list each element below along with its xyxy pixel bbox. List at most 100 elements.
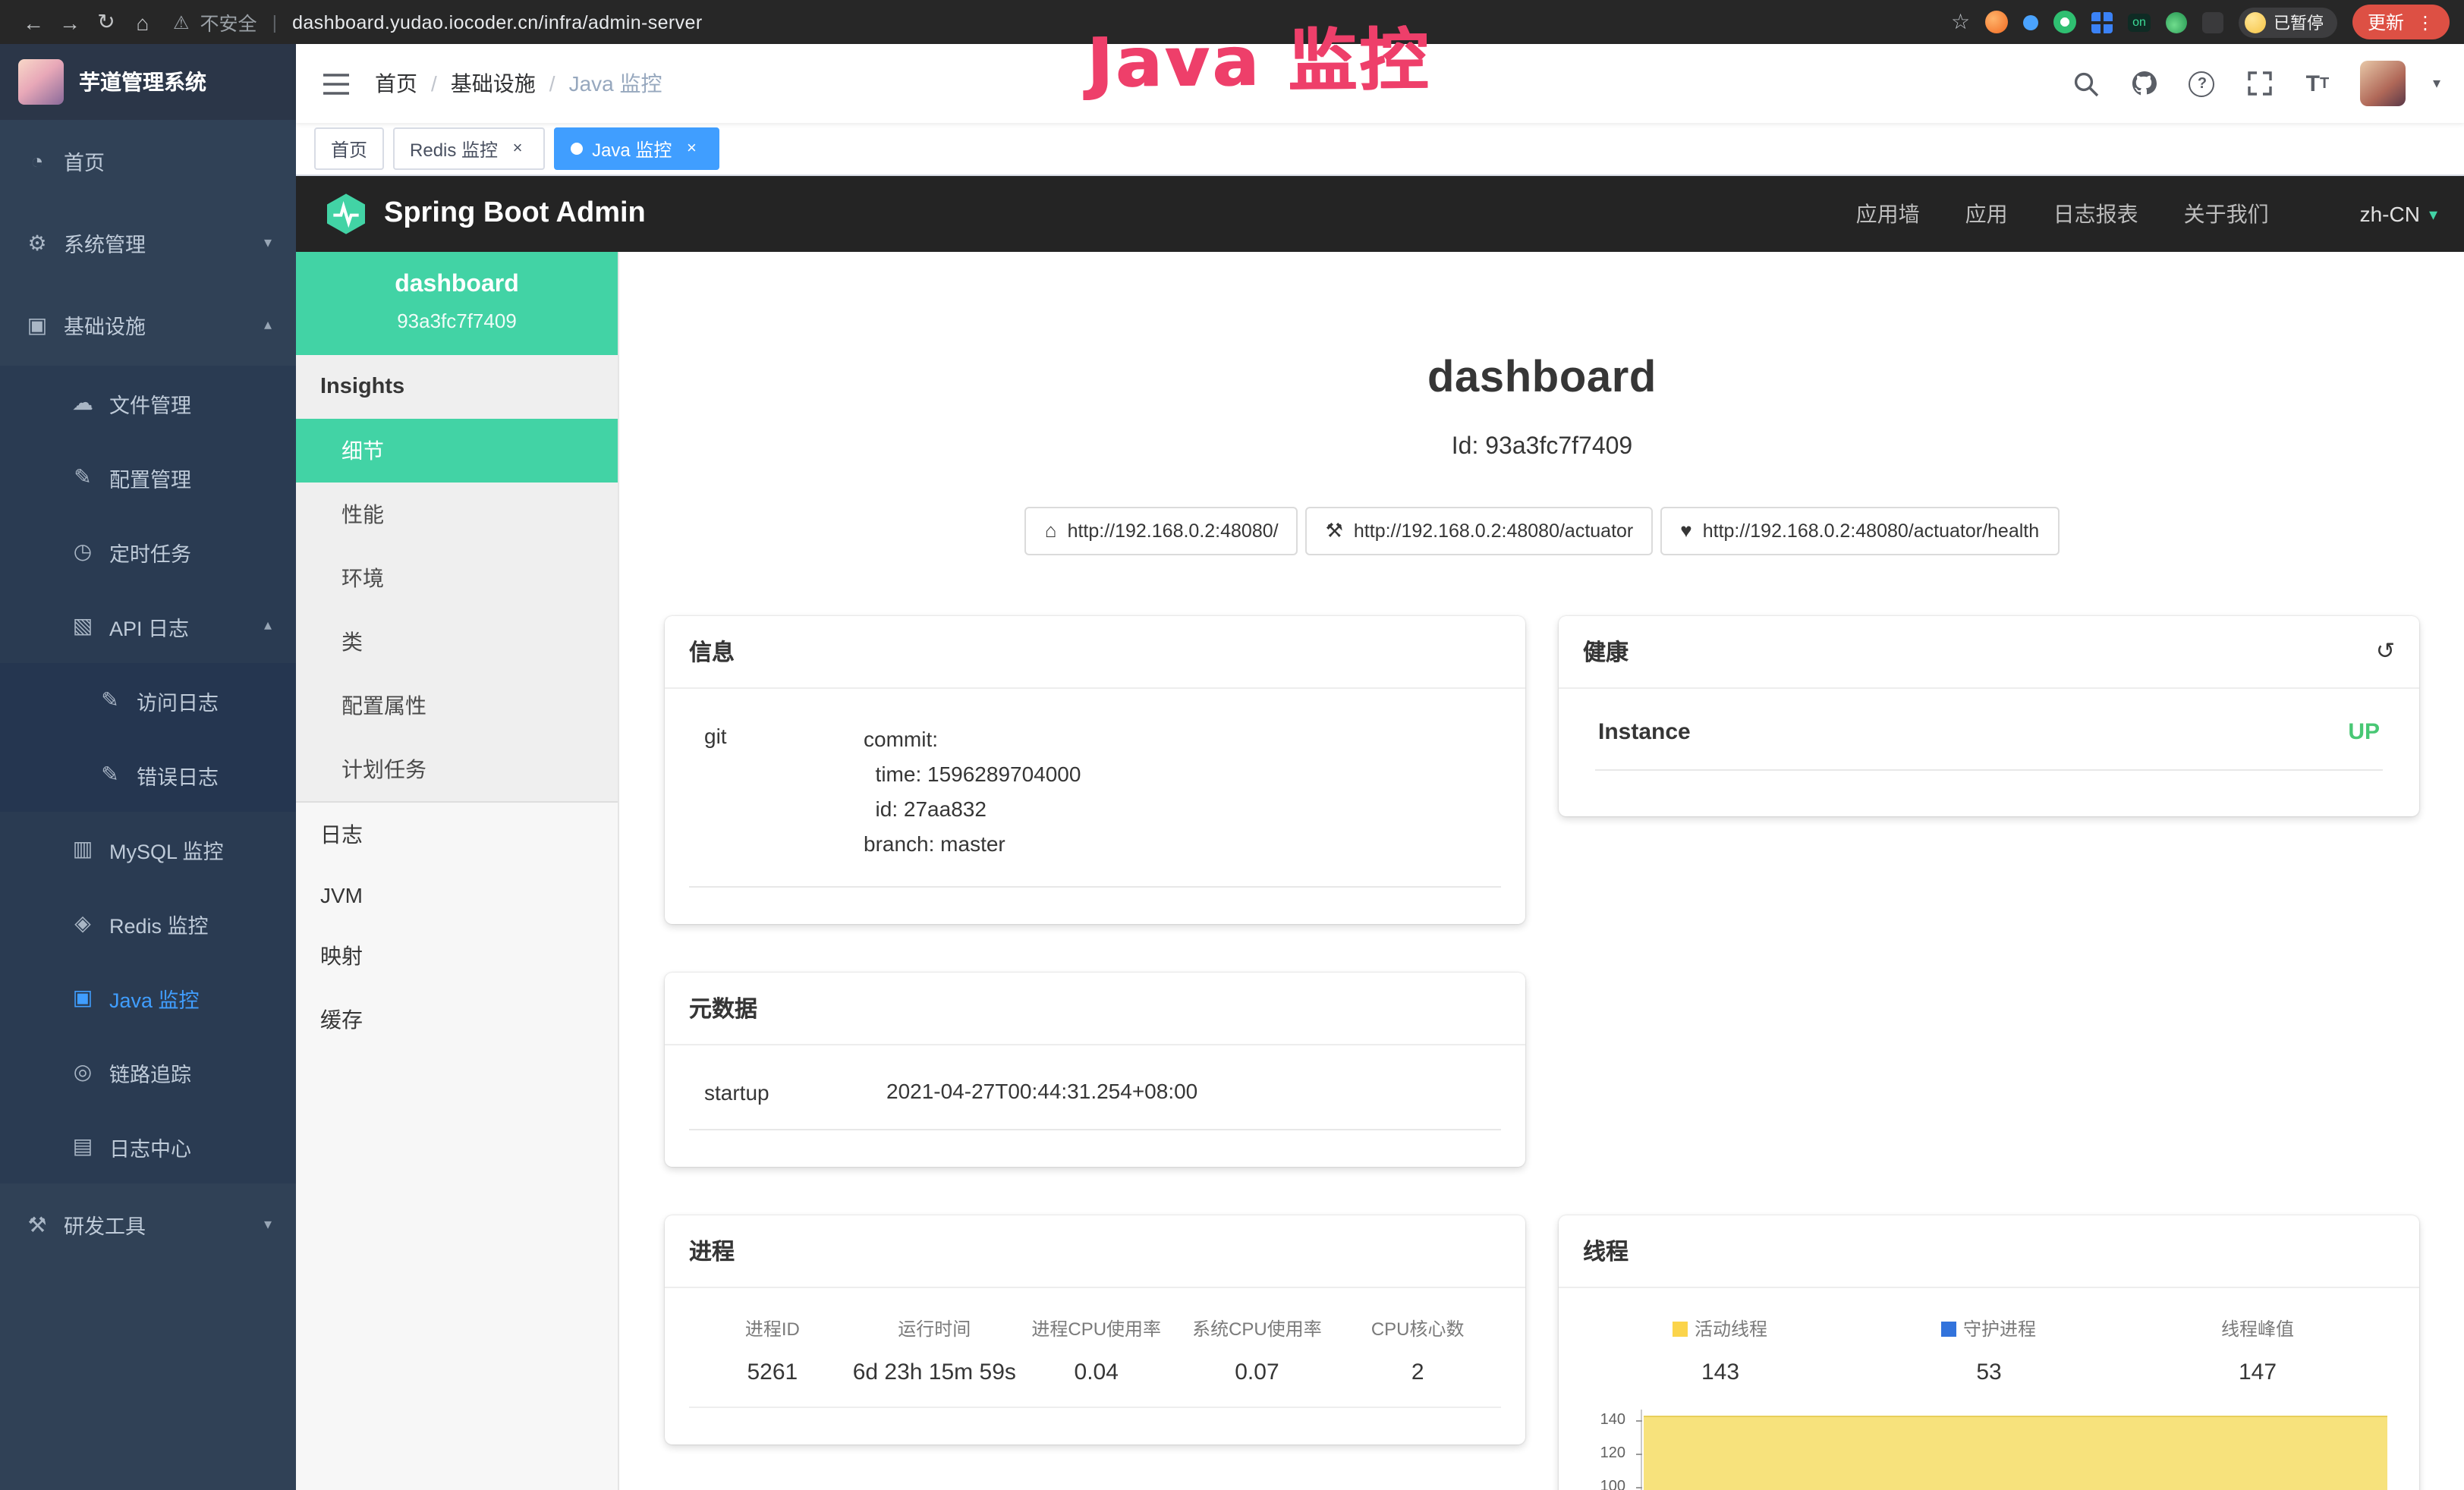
layers-icon: ◈ — [70, 910, 96, 936]
sidebar-item-api-log[interactable]: ▧ API 日志 ▴ — [0, 589, 296, 663]
sidebar-toggle-icon[interactable] — [320, 68, 351, 99]
sidebar-item-home[interactable]: ◔ 首页 — [0, 120, 296, 202]
extension-green-icon[interactable] — [2053, 11, 2076, 33]
url-text[interactable]: dashboard.yudao.iocoder.cn/infra/admin-s… — [292, 11, 703, 33]
threads-card-body: 活动线程 143 守护进程 — [1559, 1288, 2419, 1490]
sba-item-scheduled-tasks[interactable]: 计划任务 — [296, 737, 618, 801]
browser-toolbar: ← → ↻ ⌂ ⚠ 不安全 | dashboard.yudao.iocoder.… — [0, 0, 2464, 44]
instance-header[interactable]: dashboard 93a3fc7f7409 — [296, 252, 618, 355]
sba-nav-wallboard[interactable]: 应用墙 — [1856, 199, 1920, 229]
sba-item-mappings[interactable]: 映射 — [296, 924, 618, 988]
browser-menu-icon[interactable]: ⋮ — [2416, 11, 2434, 33]
header-actions: ? TT ▾ — [2072, 61, 2440, 106]
sba-item-performance[interactable]: 性能 — [296, 483, 618, 546]
metric-pid: 进程ID 5261 — [692, 1316, 853, 1385]
info-git-row: git commit: time: 1596289704000 id: 27aa… — [689, 710, 1501, 888]
sidebar-item-job[interactable]: ◷ 定时任务 — [0, 514, 296, 589]
sba-item-config-props[interactable]: 配置属性 — [296, 674, 618, 737]
fullscreen-icon[interactable] — [2245, 68, 2275, 99]
search-icon[interactable] — [2072, 68, 2102, 99]
help-icon[interactable]: ? — [2187, 68, 2217, 99]
sidebar-item-trace[interactable]: ◎ 链路追踪 — [0, 1035, 296, 1109]
browser-actions: ☆ on 已暂停 更新 ⋮ — [1951, 5, 2450, 39]
sidebar-item-java[interactable]: ▣ Java 监控 — [0, 960, 296, 1035]
tab-close-icon[interactable]: × — [681, 138, 702, 159]
sba-nav-about[interactable]: 关于我们 — [2184, 199, 2269, 229]
history-icon[interactable]: ↺ — [2376, 638, 2395, 665]
home-icon[interactable]: ⌂ — [124, 10, 161, 34]
dashboard-icon: ◔ — [24, 149, 50, 173]
info-row-value: commit: time: 1596289704000 id: 27aa832 … — [864, 722, 1486, 863]
chart-y-axis: 140 120 100 — [1589, 1410, 1638, 1490]
metric-uptime: 运行时间 6d 23h 15m 59s — [853, 1316, 1016, 1385]
sba-brand[interactable]: Spring Boot Admin — [323, 191, 646, 237]
reload-icon[interactable]: ↻ — [88, 9, 124, 35]
app-logo[interactable]: 芋道管理系统 — [0, 44, 296, 120]
insights-group: Insights 细节 性能 环境 类 配置属性 计划任务 — [296, 355, 618, 803]
sba-nav-journal[interactable]: 日志报表 — [2053, 199, 2138, 229]
tab-java[interactable]: Java 监控 × — [554, 127, 719, 170]
sidebar-item-error-log[interactable]: ✎ 错误日志 — [0, 737, 296, 812]
service-url-link[interactable]: ⌂ http://192.168.0.2:48080/ — [1025, 507, 1298, 555]
bookmark-star-icon[interactable]: ☆ — [1951, 9, 1970, 35]
health-instance-row[interactable]: Instance UP — [1595, 719, 2383, 771]
sba-item-classes[interactable]: 类 — [296, 610, 618, 674]
extension-on-badge[interactable]: on — [2128, 13, 2151, 31]
sba-item-caches[interactable]: 缓存 — [296, 988, 618, 1051]
emoji-face-icon — [2245, 11, 2266, 33]
sba-item-jvm[interactable]: JVM — [296, 866, 618, 924]
info-card: 信息 git commit: time: 1596289704000 id: 2… — [665, 616, 1525, 925]
tab-close-icon[interactable]: × — [507, 138, 528, 159]
sidebar-item-file[interactable]: ☁ 文件管理 — [0, 366, 296, 440]
sidebar-item-mysql[interactable]: ▥ MySQL 监控 — [0, 812, 296, 886]
locale-select[interactable]: zh-CN ▾ — [2360, 202, 2437, 226]
address-divider: | — [272, 11, 278, 33]
insights-label[interactable]: Insights — [296, 355, 618, 419]
java-monitor-icon: ▣ — [70, 985, 96, 1011]
clock-icon: ◷ — [70, 539, 96, 564]
tab-home[interactable]: 首页 — [314, 127, 384, 170]
health-card-header: 健康 ↺ — [1559, 616, 2419, 689]
address-bar[interactable]: ⚠ 不安全 | dashboard.yudao.iocoder.cn/infra… — [173, 8, 703, 36]
database-icon: ▥ — [70, 836, 96, 862]
extension-orange-icon[interactable] — [1985, 11, 2008, 33]
sidebar-item-infra[interactable]: ▣ 基础设施 ▴ — [0, 284, 296, 366]
metadata-card-title: 元数据 — [665, 973, 1525, 1045]
extension-grid-icon[interactable] — [2091, 11, 2113, 33]
breadcrumb-separator: / — [549, 71, 555, 96]
sba-item-logs[interactable]: 日志 — [296, 803, 618, 866]
chevron-down-icon: ▾ — [264, 234, 272, 251]
legend-daemon-threads: 守护进程 53 — [1855, 1316, 2123, 1385]
tab-redis[interactable]: Redis 监控 × — [393, 127, 545, 170]
avatar-caret-icon[interactable]: ▾ — [2433, 75, 2440, 92]
metadata-startup-row: startup 2021-04-27T00:44:31.254+08:00 — [689, 1067, 1501, 1130]
paused-extension-badge[interactable]: 已暂停 — [2239, 7, 2337, 37]
forward-icon[interactable]: → — [52, 10, 88, 34]
health-url-link[interactable]: ♥ http://192.168.0.2:48080/actuator/heal… — [1660, 507, 2059, 555]
github-icon[interactable] — [2129, 68, 2160, 99]
legend-peak-threads: 线程峰值 147 — [2123, 1316, 2392, 1385]
breadcrumb-infra[interactable]: 基础设施 — [451, 68, 536, 99]
extension-drop-icon[interactable] — [2023, 14, 2038, 30]
sidebar-item-log-center[interactable]: ▤ 日志中心 — [0, 1109, 296, 1184]
sidebar-item-access-log[interactable]: ✎ 访问日志 — [0, 663, 296, 737]
sidebar-item-config[interactable]: ✎ 配置管理 — [0, 440, 296, 514]
sba-item-details[interactable]: 细节 — [296, 419, 618, 483]
chrome-update-button[interactable]: 更新 ⋮ — [2352, 5, 2450, 39]
actuator-url-link[interactable]: ⚒ http://192.168.0.2:48080/actuator — [1306, 507, 1654, 555]
sba-nav-applications[interactable]: 应用 — [1965, 199, 2008, 229]
back-icon[interactable]: ← — [15, 10, 52, 34]
user-avatar[interactable] — [2360, 61, 2406, 106]
sidebar-item-system[interactable]: ⚙ 系统管理 ▾ — [0, 202, 296, 284]
font-size-icon[interactable]: TT — [2302, 68, 2333, 99]
sba-item-environment[interactable]: 环境 — [296, 546, 618, 610]
logo-avatar — [18, 59, 64, 105]
extension-sprout-icon[interactable] — [2166, 11, 2187, 33]
extensions-puzzle-icon[interactable] — [2202, 11, 2223, 33]
wrench-icon: ⚒ — [1326, 519, 1343, 543]
sidebar-item-dev-tools[interactable]: ⚒ 研发工具 ▾ — [0, 1184, 296, 1265]
breadcrumb-home[interactable]: 首页 — [375, 68, 417, 99]
app-frame: 芋道管理系统 ◔ 首页 ⚙ 系统管理 ▾ ▣ 基础设施 ▴ ☁ — [0, 44, 2464, 1490]
sidebar-item-redis[interactable]: ◈ Redis 监控 — [0, 886, 296, 960]
threads-card-title: 线程 — [1559, 1215, 2419, 1288]
